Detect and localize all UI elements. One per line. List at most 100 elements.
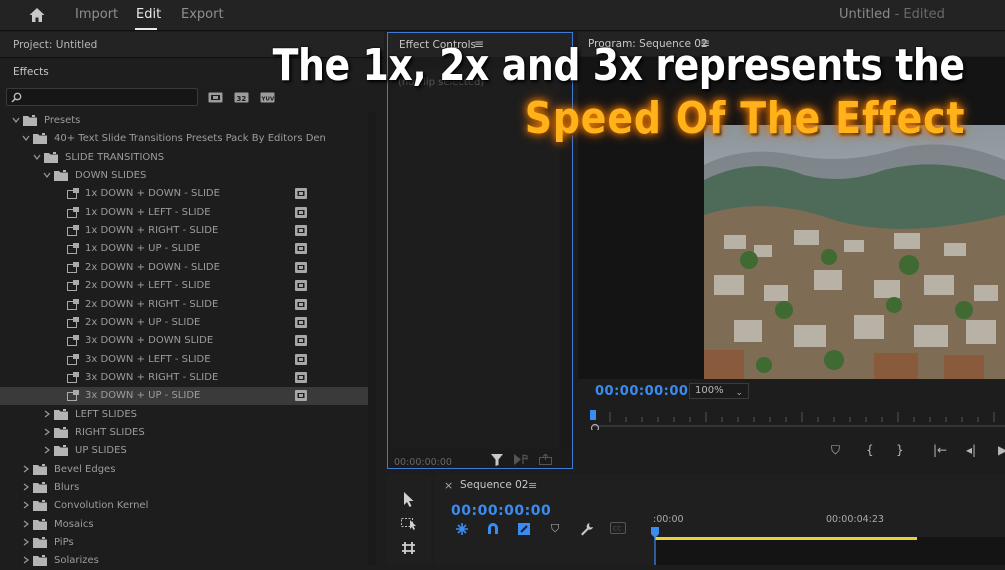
document-name: Untitled	[839, 7, 891, 22]
tree-preset-row[interactable]: 2x DOWN + RIGHT - SLIDE	[0, 296, 368, 314]
program-timecode[interactable]: 00:00:00:00	[595, 384, 688, 399]
preset-icon	[67, 335, 79, 347]
tree-folder-row[interactable]: Blurs	[0, 479, 368, 497]
play-audio-icon[interactable]	[514, 454, 528, 465]
document-status: - Edited	[894, 7, 945, 22]
filter-icon[interactable]	[491, 454, 503, 466]
zoom-level-select[interactable]: 100% ⌄	[689, 383, 749, 399]
mark-in-icon[interactable]: {	[866, 443, 874, 457]
tree-preset-label: 2x DOWN + RIGHT - SLIDE	[85, 298, 219, 310]
tree-folder-row[interactable]: Convolution Kernel	[0, 497, 368, 515]
snap-icon[interactable]	[486, 522, 500, 536]
tree-preset-label: 1x DOWN + DOWN - SLIDE	[85, 188, 220, 200]
linked-selection-icon[interactable]	[517, 522, 531, 536]
captions-icon[interactable]: CC	[610, 522, 626, 534]
program-time-ruler[interactable]	[590, 408, 1005, 430]
tree-folder-row[interactable]: RIGHT SLIDES	[0, 424, 368, 442]
folder-icon	[44, 151, 58, 163]
chevron-right-icon[interactable]	[43, 446, 51, 454]
chevron-down-icon[interactable]	[33, 153, 41, 161]
preset-icon	[67, 206, 79, 218]
ripple-edit-tool-icon[interactable]	[401, 541, 417, 555]
yuv-filter-icon[interactable]: YUV	[260, 91, 275, 103]
chevron-right-icon[interactable]	[22, 501, 30, 509]
accelerated-effects-filter-icon[interactable]	[208, 91, 223, 103]
add-marker-timeline-icon[interactable]: ⛉	[551, 522, 559, 536]
tree-folder-label: Mosaics	[54, 518, 94, 530]
effects-search-input[interactable]	[6, 88, 198, 106]
tree-preset-label: 3x DOWN + UP - SLIDE	[85, 390, 201, 402]
chevron-right-icon[interactable]	[43, 428, 51, 436]
accelerated-badge-icon	[295, 353, 307, 365]
close-icon[interactable]: ×	[444, 479, 453, 492]
tree-folder-row[interactable]: LEFT SLIDES	[0, 406, 368, 424]
timeline-ruler-start: :00:00	[653, 514, 684, 525]
step-back-icon[interactable]: ◂|	[966, 443, 976, 457]
tree-preset-row[interactable]: 1x DOWN + UP - SLIDE	[0, 240, 368, 258]
chevron-right-icon[interactable]	[43, 410, 51, 418]
chevron-right-icon[interactable]	[22, 483, 30, 491]
preset-icon	[67, 390, 79, 402]
preset-icon	[67, 316, 79, 328]
selection-tool-icon[interactable]	[403, 492, 415, 507]
accelerated-badge-icon	[295, 298, 307, 310]
tree-folder-row[interactable]: PiPs	[0, 534, 368, 552]
tree-folder-label: PiPs	[54, 537, 74, 549]
play-icon[interactable]: ▶	[998, 443, 1005, 457]
chevron-right-icon[interactable]	[22, 520, 30, 528]
tree-preset-row[interactable]: 2x DOWN + UP - SLIDE	[0, 314, 368, 332]
tree-folder-row[interactable]: Bevel Edges	[0, 461, 368, 479]
sequence-tab-title[interactable]: Sequence 02	[460, 479, 529, 491]
home-icon[interactable]	[28, 6, 46, 24]
tree-preset-row[interactable]: 1x DOWN + RIGHT - SLIDE	[0, 222, 368, 240]
tree-preset-row[interactable]: 2x DOWN + LEFT - SLIDE	[0, 277, 368, 295]
zoom-level-value: 100%	[695, 385, 724, 396]
effects-panel-title: Effects	[13, 66, 49, 78]
chevron-right-icon[interactable]	[22, 538, 30, 546]
32-bit-filter-icon[interactable]: 32	[234, 91, 249, 103]
effects-scrollbar[interactable]	[368, 112, 376, 565]
nest-insert-icon[interactable]	[455, 522, 469, 536]
tree-preset-row[interactable]: 3x DOWN + LEFT - SLIDE	[0, 351, 368, 369]
tree-preset-row[interactable]: 3x DOWN + DOWN SLIDE	[0, 332, 368, 350]
chevron-right-icon[interactable]	[22, 465, 30, 473]
timeline-header[interactable]: × Sequence 02 ≡	[435, 474, 1005, 498]
tree-folder-row[interactable]: Solarizes	[0, 552, 368, 570]
go-to-in-icon[interactable]: |←	[933, 443, 947, 457]
chevron-down-icon[interactable]	[12, 116, 20, 124]
tab-edit[interactable]: Edit	[136, 7, 161, 22]
tree-preset-row[interactable]: 3x DOWN + RIGHT - SLIDE	[0, 369, 368, 387]
preset-icon	[67, 298, 79, 310]
tree-folder-label: 40+ Text Slide Transitions Presets Pack …	[54, 133, 326, 145]
wrench-icon[interactable]	[580, 522, 594, 536]
folder-icon	[54, 170, 68, 182]
track-select-tool-icon[interactable]	[401, 516, 419, 530]
work-area-bar[interactable]	[655, 537, 917, 540]
tab-export[interactable]: Export	[181, 7, 224, 22]
tree-preset-row[interactable]: 2x DOWN + DOWN - SLIDE	[0, 259, 368, 277]
tab-import[interactable]: Import	[75, 7, 118, 22]
playhead[interactable]	[651, 527, 659, 565]
export-icon[interactable]	[539, 454, 552, 465]
tree-folder-row[interactable]: 40+ Text Slide Transitions Presets Pack …	[0, 130, 368, 148]
svg-text:32: 32	[237, 95, 247, 103]
tree-folder-row[interactable]: SLIDE TRANSITIONS	[0, 149, 368, 167]
mark-out-icon[interactable]: }	[896, 443, 904, 457]
add-marker-icon[interactable]: ⛉	[831, 443, 840, 458]
chevron-right-icon[interactable]	[22, 556, 30, 564]
effect-controls-timecode[interactable]: 00:00:00:00	[394, 457, 452, 468]
folder-icon	[54, 408, 68, 420]
tree-folder-row[interactable]: Mosaics	[0, 516, 368, 534]
tree-folder-row[interactable]: Presets	[0, 112, 368, 130]
timeline-timecode[interactable]: 00:00:00:00	[451, 503, 551, 519]
chevron-down-icon[interactable]	[22, 134, 30, 142]
timeline-track-area[interactable]	[655, 537, 1005, 565]
chevron-down-icon[interactable]	[43, 171, 51, 179]
sequence-panel-menu-icon[interactable]: ≡	[528, 479, 537, 492]
tree-preset-row[interactable]: 1x DOWN + DOWN - SLIDE	[0, 185, 368, 203]
tree-folder-row[interactable]: DOWN SLIDES	[0, 167, 368, 185]
tree-folder-row[interactable]: UP SLIDES	[0, 442, 368, 460]
preset-icon	[67, 243, 79, 255]
tree-preset-row[interactable]: 3x DOWN + UP - SLIDE	[0, 387, 368, 406]
tree-preset-row[interactable]: 1x DOWN + LEFT - SLIDE	[0, 204, 368, 222]
